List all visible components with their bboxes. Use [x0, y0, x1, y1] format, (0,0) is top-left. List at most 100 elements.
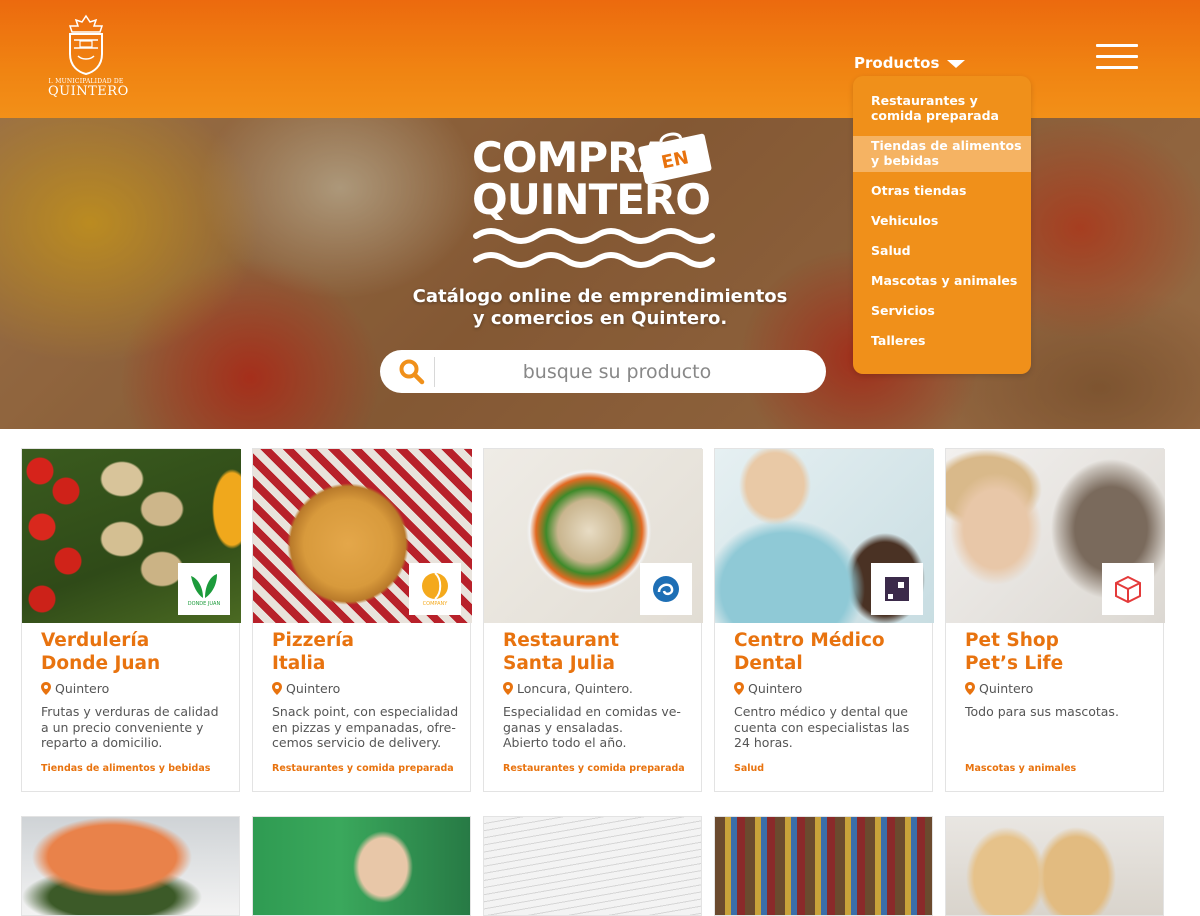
business-card[interactable]: Restaurant Santa Julia Loncura, Quintero… — [483, 448, 703, 792]
card-category-link[interactable]: Tiendas de alimentos y bebidas — [41, 763, 210, 774]
logo-title: QUINTERO — [48, 84, 129, 99]
card-title-line: Pizzería — [272, 630, 354, 651]
card-description: Todo para sus mascotas. — [965, 704, 1155, 720]
square-logo-icon — [885, 577, 909, 601]
circle-logo-icon — [422, 572, 448, 600]
card-location: Loncura, Quintero. — [503, 681, 633, 696]
leaf-icon — [191, 573, 217, 598]
description-line: Abierto todo el año. — [503, 735, 627, 750]
location-text: Quintero — [286, 681, 341, 696]
productos-menu-button[interactable]: Productos — [854, 54, 966, 72]
description-line: en pizzas y empanadas, ofre- — [272, 719, 456, 735]
dropdown-item-label: Restaurantes y — [871, 93, 978, 108]
card-image — [253, 817, 470, 915]
productos-dropdown: Restaurantes y comida preparada Tiendas … — [853, 76, 1031, 374]
dropdown-item-otras-tiendas[interactable]: Otras tiendas — [853, 183, 1031, 198]
badge-text: DONDE JUAN — [187, 600, 221, 607]
card-image — [946, 817, 1163, 915]
business-card-partial[interactable] — [252, 816, 471, 916]
tagline-line-2: y comercios en Quintero. — [472, 308, 728, 329]
location-text: Quintero — [748, 681, 803, 696]
municipality-logo[interactable]: I. MUNICIPALIDAD DE QUINTERO — [48, 14, 129, 102]
card-description: Frutas y verduras de calidad a un precio… — [41, 704, 231, 751]
card-title: Restaurant Santa Julia — [503, 629, 698, 675]
description-line: Todo para sus mascotas. — [965, 704, 1119, 719]
location-pin-icon — [272, 682, 282, 695]
card-category-link[interactable]: Restaurantes y comida preparada — [272, 763, 454, 774]
dropdown-item-restaurantes[interactable]: Restaurantes y comida preparada — [853, 93, 1031, 123]
card-title-line: Italia — [272, 653, 326, 674]
brand-line-2: QUINTERO — [472, 175, 711, 224]
location-pin-icon — [41, 682, 51, 695]
dropdown-item-tiendas-alimentos[interactable]: Tiendas de alimentos y bebidas — [853, 136, 1031, 172]
location-text: Loncura, Quintero. — [517, 681, 633, 696]
description-line: a un precio conveniente y — [41, 719, 204, 735]
card-description: Especialidad en comidas ve- ganas y ensa… — [503, 704, 693, 751]
card-title-line: Donde Juan — [41, 653, 161, 674]
location-pin-icon — [965, 682, 975, 695]
cube-logo-icon — [1115, 575, 1141, 604]
tagline-line-1: Catálogo online de emprendimientos — [412, 286, 788, 307]
location-text: Quintero — [55, 681, 110, 696]
location-text: Quintero — [979, 681, 1034, 696]
dropdown-item-label: Servicios — [871, 303, 935, 318]
description-line: reparto a domicilio. — [41, 735, 163, 750]
card-title-line: Verdulería — [41, 630, 150, 651]
card-title-line: Centro Médico — [734, 630, 885, 651]
dropdown-item-label: Mascotas y animales — [871, 273, 1018, 288]
card-location: Quintero — [734, 681, 802, 696]
hamburger-bar-icon — [1096, 55, 1138, 58]
business-logo-badge — [640, 563, 692, 615]
dropdown-item-salud[interactable]: Salud — [853, 243, 1031, 258]
business-card[interactable]: Centro Médico Dental Quintero Centro méd… — [714, 448, 934, 792]
business-card-partial[interactable] — [483, 816, 702, 916]
hamburger-bar-icon — [1096, 44, 1138, 47]
description-line: Especialidad en comidas ve- — [503, 704, 681, 719]
spiral-logo-icon — [653, 576, 679, 602]
card-description: Centro médico y dental que cuenta con es… — [734, 704, 924, 751]
business-card-partial[interactable] — [714, 816, 933, 916]
badge-text: COMPANY — [422, 601, 448, 607]
waves-icon — [473, 228, 715, 268]
search-icon[interactable] — [392, 350, 432, 393]
dropdown-item-label: Talleres — [871, 333, 926, 348]
card-image — [484, 817, 701, 915]
card-image — [22, 817, 239, 915]
dropdown-item-vehiculos[interactable]: Vehiculos — [853, 213, 1031, 228]
description-line: 24 horas. — [734, 735, 793, 750]
location-pin-icon — [503, 682, 513, 695]
business-card[interactable]: COMPANY Pizzería Italia Quintero Snack p… — [252, 448, 472, 792]
dropdown-item-label: comida preparada — [871, 108, 999, 123]
search-input[interactable] — [435, 359, 799, 384]
card-title-line: Dental — [734, 653, 803, 674]
hamburger-menu-button[interactable] — [1096, 44, 1138, 70]
card-title-line: Pet Shop — [965, 630, 1059, 651]
dropdown-item-label: Otras tiendas — [871, 183, 967, 198]
hero-tagline: Catálogo online de emprendimientos y com… — [380, 286, 820, 330]
card-description: Snack point, con especialidad en pizzas … — [272, 704, 462, 751]
business-card[interactable]: DONDE JUAN Verdulería Donde Juan Quinter… — [21, 448, 241, 792]
card-title: Pizzería Italia — [272, 629, 467, 675]
card-category-link[interactable]: Restaurantes y comida preparada — [503, 763, 685, 774]
card-location: Quintero — [965, 681, 1033, 696]
description-line: Snack point, con especialidad — [272, 704, 459, 719]
business-card-partial[interactable] — [21, 816, 240, 916]
compra-en-quintero-logo: COMPRA EN QUINTERO — [472, 130, 732, 280]
card-image — [715, 817, 932, 915]
dropdown-item-talleres[interactable]: Talleres — [853, 333, 1031, 348]
description-line: Centro médico y dental que — [734, 704, 908, 719]
caret-down-icon — [947, 60, 966, 68]
card-location: Quintero — [41, 681, 109, 696]
business-card[interactable]: Pet Shop Pet’s Life Quintero Todo para s… — [945, 448, 1165, 792]
description-line: ganas y ensaladas. — [503, 719, 624, 735]
card-category-link[interactable]: Mascotas y animales — [965, 763, 1076, 774]
location-pin-icon — [734, 682, 744, 695]
business-logo-badge — [1102, 563, 1154, 615]
dropdown-item-label: y bebidas — [871, 153, 939, 168]
card-title: Centro Médico Dental — [734, 629, 929, 675]
dropdown-item-mascotas[interactable]: Mascotas y animales — [853, 273, 1031, 288]
card-category-link[interactable]: Salud — [734, 763, 764, 774]
business-card-partial[interactable] — [945, 816, 1164, 916]
dropdown-item-servicios[interactable]: Servicios — [853, 303, 1031, 318]
card-title: Pet Shop Pet’s Life — [965, 629, 1160, 675]
